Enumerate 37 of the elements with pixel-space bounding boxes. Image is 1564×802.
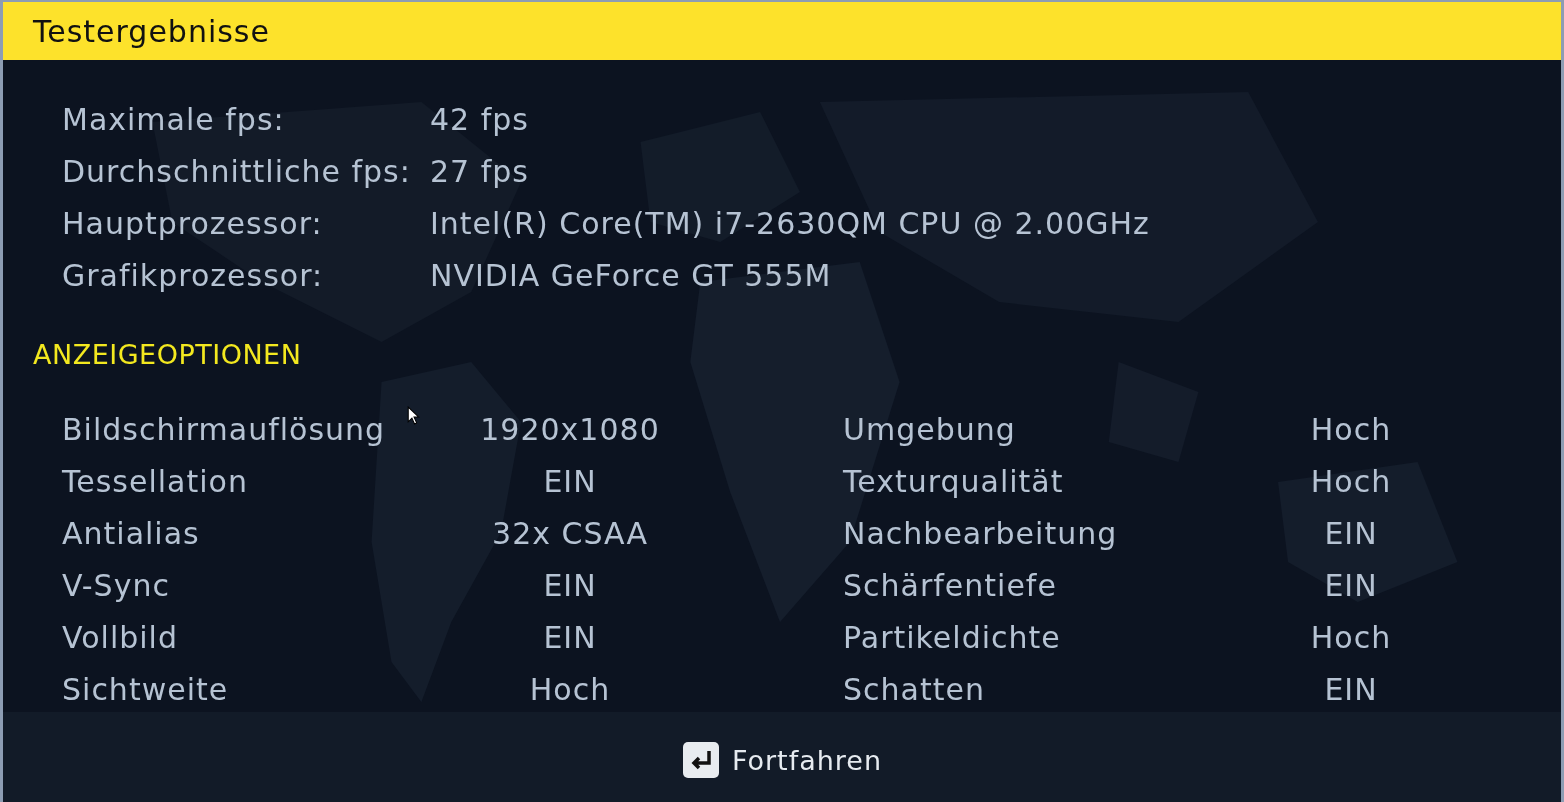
option-label: Schatten [843,672,985,707]
stat-value: NVIDIA GeForce GT 555M [430,258,832,293]
stat-value: Intel(R) Core(TM) i7-2630QM CPU @ 2.00GHz [430,206,1150,241]
option-label: Antialias [62,516,200,551]
option-value: Hoch [1309,412,1393,447]
option-label: Tessellation [62,464,248,499]
option-label: Nachbearbeitung [843,516,1118,551]
option-label: Sichtweite [62,672,229,707]
section-heading: ANZEIGEOPTIONEN [32,338,303,372]
option-value: EIN [1323,516,1379,551]
enter-key-icon [681,741,720,779]
option-label: V-Sync [62,568,170,603]
option-value: EIN [542,568,598,603]
mouse-pointer-icon [407,406,420,425]
stat-value: 27 fps [430,154,529,189]
option-value: EIN [1323,568,1379,603]
option-label: Texturqualität [843,464,1064,499]
stat-value: 42 fps [430,102,529,137]
option-value: 32x CSAA [491,516,649,551]
continue-button[interactable]: Fortfahren [677,739,887,781]
stat-label: Maximale fps: [62,102,285,137]
option-value: EIN [542,620,598,655]
dialog-title: Testergebnisse [33,13,270,49]
option-label: Umgebung [843,412,1016,447]
option-value: Hoch [528,672,612,707]
option-label: Vollbild [62,620,178,655]
option-value: EIN [1323,672,1379,707]
option-value: Hoch [1309,464,1393,499]
option-value: EIN [542,464,598,499]
stat-label: Grafikprozessor: [62,258,324,293]
option-value: Hoch [1309,620,1393,655]
stat-label: Durchschnittliche fps: [62,154,411,189]
option-label: Schärfentiefe [843,568,1057,603]
option-label: Bildschirmauflösung [62,412,386,447]
option-label: Partikeldichte [843,620,1061,655]
stat-label: Hauptprozessor: [62,206,323,241]
option-value: 1920x1080 [479,412,661,447]
